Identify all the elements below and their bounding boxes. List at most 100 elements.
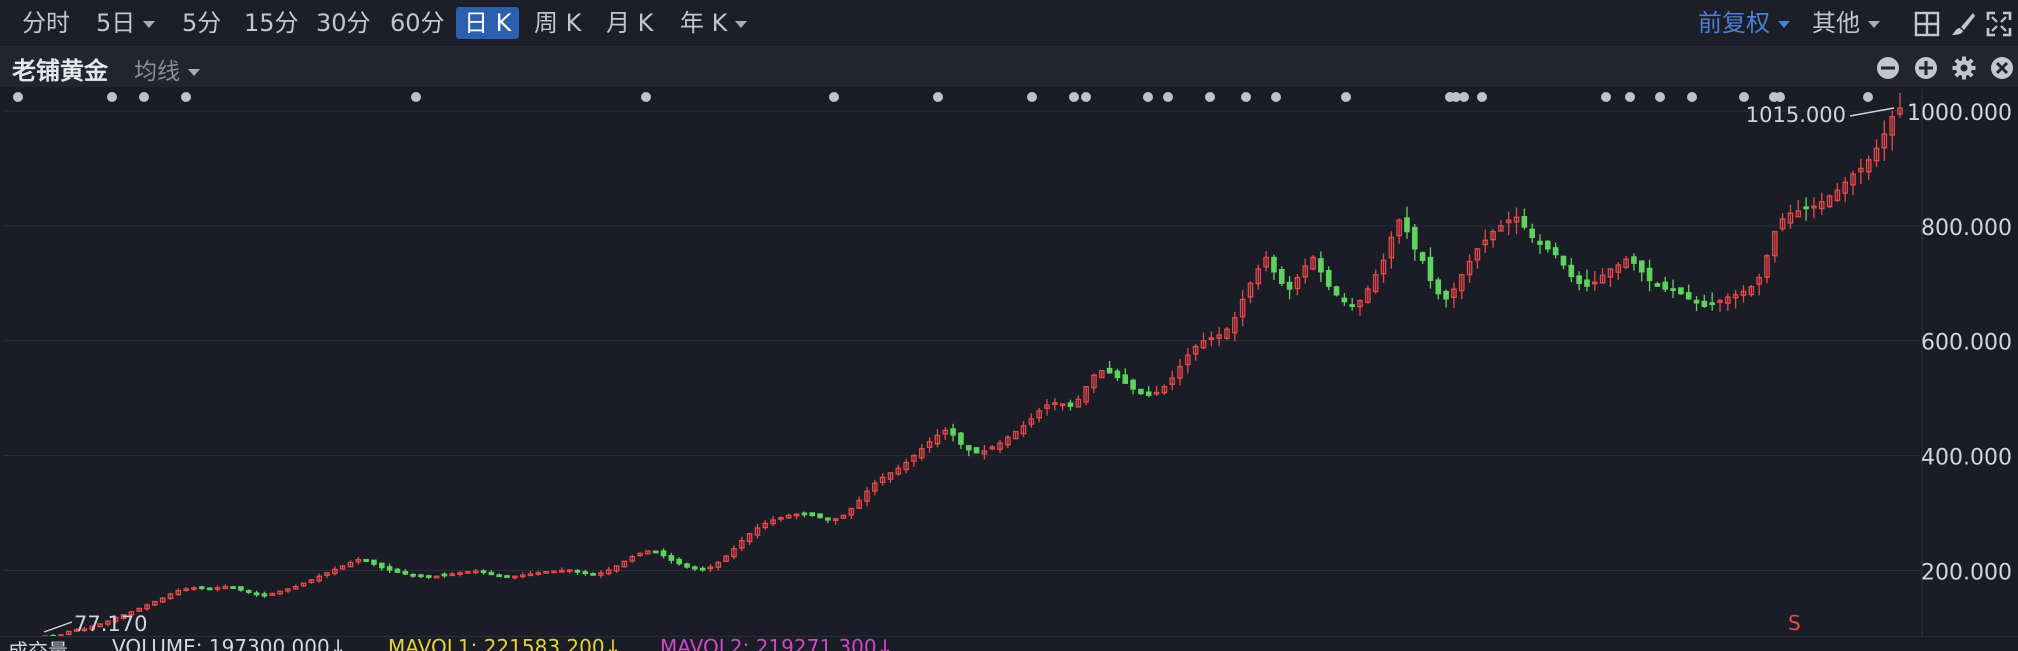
tab-period[interactable]: 60分 <box>382 7 453 39</box>
adjust-dropdown[interactable]: 前复权 <box>1698 7 1790 39</box>
tab-period[interactable]: 5日 <box>88 7 163 39</box>
candle-body <box>1444 292 1448 299</box>
candle-body <box>1702 302 1706 307</box>
candle-body <box>669 556 673 560</box>
event-marker-dot <box>1655 92 1665 102</box>
candle-body <box>1334 287 1338 295</box>
brush-icon[interactable] <box>1950 11 1976 37</box>
y-tick-label: 800.000 <box>1921 216 2012 241</box>
candle-body <box>1561 256 1565 265</box>
tab-period-label: 年 K <box>680 9 727 37</box>
candle-body <box>442 574 446 576</box>
tab-period[interactable]: 5分 <box>174 7 229 39</box>
event-marker-dot <box>1477 92 1487 102</box>
tab-period[interactable]: 月 K <box>598 7 661 39</box>
adjust-label: 前复权 <box>1698 9 1770 37</box>
candle-body <box>419 575 423 577</box>
candle-body <box>489 573 493 575</box>
volume-label: 成交量 <box>8 636 68 651</box>
candle-body <box>1710 303 1714 305</box>
candle-body <box>1538 241 1542 244</box>
event-marker-dot <box>933 92 943 102</box>
candle-body <box>1420 253 1424 261</box>
tab-period-label: 5日 <box>96 9 135 37</box>
candle-body <box>1350 305 1354 307</box>
event-marker-dot <box>1625 92 1635 102</box>
candle-body <box>380 563 384 567</box>
other-label: 其他 <box>1812 9 1860 37</box>
max-price-pointer <box>1850 108 1894 116</box>
candle-body <box>1280 270 1284 284</box>
candle-body <box>818 514 822 518</box>
candle-body <box>427 576 431 578</box>
event-marker-dot <box>1775 92 1785 102</box>
chevron-down-icon <box>735 21 747 28</box>
chart-header: 老铺黄金 均线 <box>0 47 2018 87</box>
y-tick-label: 200.000 <box>1921 561 2012 586</box>
event-marker-dot <box>1081 92 1091 102</box>
candle-body <box>1319 259 1323 272</box>
candle-body <box>207 588 211 590</box>
tab-period-label: 15分 <box>244 9 299 37</box>
event-marker-dot <box>829 92 839 102</box>
candle-body <box>1530 229 1534 237</box>
tab-period[interactable]: 15分 <box>236 7 307 39</box>
candle-body <box>1413 228 1417 249</box>
candle-body <box>591 574 595 576</box>
candle-body <box>677 559 681 563</box>
candle-body <box>1546 241 1550 249</box>
tab-period-label: 60分 <box>390 9 445 37</box>
tab-period-label: 30分 <box>316 9 371 37</box>
tab-period[interactable]: 周 K <box>526 7 589 39</box>
candle-body <box>1655 284 1659 286</box>
gridlines <box>4 88 1922 636</box>
candle-body <box>1131 380 1135 389</box>
other-dropdown[interactable]: 其他 <box>1812 7 1880 39</box>
tab-period[interactable]: 年 K <box>672 7 755 39</box>
tab-period[interactable]: 分时 <box>14 7 78 39</box>
candle-body <box>1679 288 1683 294</box>
gear-icon[interactable] <box>1952 56 1976 80</box>
event-marker-dot <box>1739 92 1749 102</box>
candle-body <box>481 571 485 573</box>
event-marker-dot <box>1027 92 1037 102</box>
candle-body <box>497 575 501 577</box>
candle-body <box>1342 298 1346 301</box>
candle-body <box>1068 403 1072 406</box>
event-marker-dot <box>1341 92 1351 102</box>
grid-layout-icon[interactable] <box>1914 11 1940 37</box>
event-marker-dot <box>1241 92 1251 102</box>
y-tick-label: 600.000 <box>1921 331 2012 356</box>
candle-body <box>1585 280 1589 286</box>
sell-marker: S <box>1788 611 1801 635</box>
candle-body <box>951 429 955 435</box>
tab-period-label: 月 K <box>606 9 653 37</box>
minus-circle-icon[interactable] <box>1876 56 1900 80</box>
event-marker-dot <box>641 92 651 102</box>
candle-body <box>239 587 243 590</box>
candle-body <box>826 518 830 520</box>
candlestick-chart[interactable]: 200.000400.000600.000800.0001000.000 101… <box>0 88 2018 636</box>
period-toolbar: 分时 5日 5分 15分 30分 60分日 K周 K 月 K 年 K 前复权 其他 <box>0 0 2018 47</box>
close-circle-icon[interactable] <box>1990 56 2014 80</box>
candle-body <box>1147 392 1151 395</box>
candle-body <box>200 587 204 589</box>
candle-body <box>1405 218 1409 232</box>
tab-period[interactable]: 日 K <box>456 7 519 39</box>
candle-body <box>575 571 579 573</box>
candle-body <box>1694 300 1698 302</box>
candle-body <box>1687 293 1691 299</box>
ma-label: 均线 <box>134 59 180 85</box>
tab-period[interactable]: 30分 <box>308 7 379 39</box>
tab-period-label: 分时 <box>22 9 70 37</box>
candle-body <box>1569 265 1573 276</box>
ma-dropdown[interactable]: 均线 <box>134 52 200 86</box>
candle-body <box>810 513 814 515</box>
candle-body <box>1554 248 1558 255</box>
fullscreen-icon[interactable] <box>1986 11 2012 37</box>
max-price-label: 1015.000 <box>1746 103 1846 127</box>
event-marker-dot <box>1205 92 1215 102</box>
plus-circle-icon[interactable] <box>1914 56 1938 80</box>
y-tick-label: 1000.000 <box>1907 101 2012 126</box>
event-marker-dot <box>1687 92 1697 102</box>
